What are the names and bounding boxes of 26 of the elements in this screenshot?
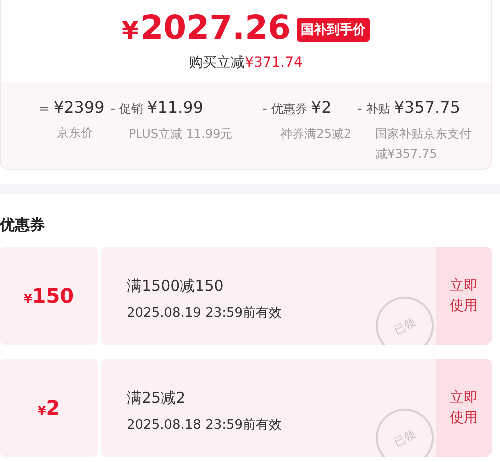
breakdown-value: ¥11.99 xyxy=(148,98,204,117)
operator-sign: - xyxy=(110,102,116,117)
breakdown-note: 京东价 xyxy=(56,125,94,142)
breakdown-note: PLUS立减 11.99元 xyxy=(128,126,233,143)
breakdown-label: 优惠券 xyxy=(271,101,308,118)
price-badge: 国补到手价 xyxy=(297,18,370,42)
final-price: ¥2027.26 xyxy=(122,8,291,49)
coupon-title: 满1500减150 xyxy=(127,277,225,296)
breakdown-value: ¥2399 xyxy=(54,98,105,117)
coupon-validity: 2025.08.19 23:59前有效 xyxy=(127,305,284,322)
coupon-amount: ¥150 xyxy=(24,284,74,308)
saving-text: 购买立减¥371.74 xyxy=(188,54,304,72)
breakdown-note: 神券满25减2 xyxy=(280,126,352,143)
breakdown-value: ¥2 xyxy=(311,98,332,117)
use-now-button[interactable]: 立即使用 xyxy=(436,247,492,345)
coupon-validity: 2025.08.18 23:59前有效 xyxy=(127,417,284,434)
coupon-title: 满25减2 xyxy=(127,389,187,408)
operator-sign: - xyxy=(358,102,362,117)
breakdown-note: 国家补贴京东支付减¥357.75 xyxy=(374,126,473,163)
coupon-amount: ¥2 xyxy=(38,396,60,420)
operator-sign: = xyxy=(39,102,50,117)
use-now-button[interactable]: 立即使用 xyxy=(436,359,492,457)
breakdown-value: ¥357.75 xyxy=(394,98,460,117)
breakdown-label: 促销 xyxy=(120,101,144,118)
breakdown-label: 补贴 xyxy=(366,101,390,118)
operator-sign: - xyxy=(262,102,268,117)
